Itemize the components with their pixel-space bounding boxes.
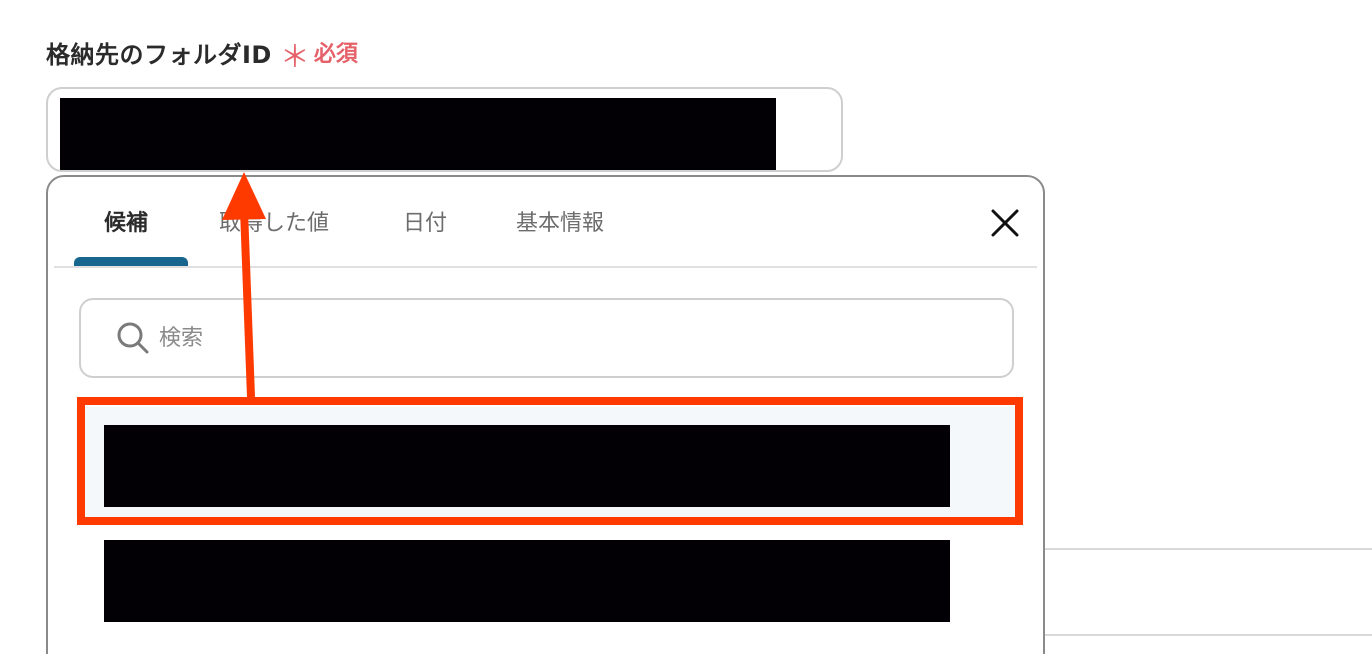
redacted-value xyxy=(60,98,776,170)
field-label: 格納先のフォルダID ＊ 必須 xyxy=(46,34,358,75)
active-tab-indicator xyxy=(74,257,188,266)
tab-date[interactable]: 日付 xyxy=(403,205,447,241)
background-divider xyxy=(1045,548,1372,550)
tab-fetched-values[interactable]: 取得した値 xyxy=(219,205,329,241)
required-asterisk: ＊ xyxy=(279,40,310,75)
required-badge: 必須 xyxy=(313,42,358,67)
search-input[interactable] xyxy=(157,324,961,352)
field-label-text: 格納先のフォルダID xyxy=(46,40,272,69)
background-divider xyxy=(1045,634,1372,636)
search-box[interactable] xyxy=(79,298,1014,378)
tab-basic-info[interactable]: 基本情報 xyxy=(516,205,604,241)
redacted-value xyxy=(104,540,950,622)
tab-bar: 候補 取得した値 日付 基本情報 xyxy=(54,177,1037,268)
annotation-highlight-box xyxy=(77,397,1023,525)
folder-id-input[interactable] xyxy=(46,87,843,172)
tab-candidates[interactable]: 候補 xyxy=(104,205,148,241)
search-icon xyxy=(117,322,149,354)
close-icon[interactable] xyxy=(989,207,1021,239)
form-root: 格納先のフォルダID ＊ 必須 候補 取得した値 日付 基本情報 xyxy=(0,0,1372,654)
list-item[interactable] xyxy=(76,522,1016,632)
